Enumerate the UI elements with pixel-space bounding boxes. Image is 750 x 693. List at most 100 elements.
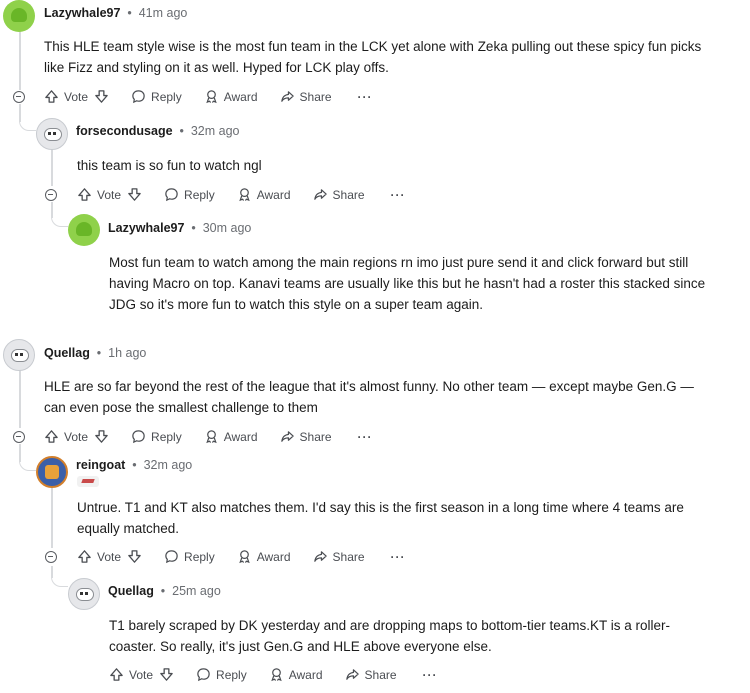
downvote-button[interactable] xyxy=(94,429,109,444)
username[interactable]: forsecondusage xyxy=(76,124,173,138)
award-button[interactable]: Award xyxy=(237,187,291,202)
share-button[interactable]: Share xyxy=(280,429,332,444)
username[interactable]: Quellag xyxy=(108,584,154,598)
share-label: Share xyxy=(332,549,365,564)
collapse-icon[interactable] xyxy=(45,189,57,201)
downvote-button[interactable] xyxy=(127,187,142,202)
more-options-button[interactable]: ··· xyxy=(391,188,406,202)
comment-body: This HLE team style wise is the most fun… xyxy=(44,36,701,78)
comment-line: can even pose the smallest challenge to … xyxy=(44,400,318,415)
share-label: Share xyxy=(364,667,397,682)
share-button[interactable]: Share xyxy=(280,89,332,104)
more-options-button[interactable]: ··· xyxy=(423,668,438,682)
reply-button[interactable]: Reply xyxy=(131,89,182,104)
award-label: Award xyxy=(223,429,258,444)
timestamp[interactable]: 32m ago xyxy=(191,124,240,138)
arrow-down-icon xyxy=(95,90,108,103)
share-button[interactable]: Share xyxy=(313,187,365,202)
username[interactable]: reingoat xyxy=(76,458,125,472)
comment-meta: Lazywhale97 • 41m ago xyxy=(44,6,187,20)
thread-branch xyxy=(51,572,68,587)
reply-label: Reply xyxy=(151,429,182,444)
upvote-button[interactable]: Vote xyxy=(44,89,94,104)
avatar[interactable] xyxy=(36,456,68,488)
avatar[interactable] xyxy=(68,578,100,610)
award-button[interactable]: Award xyxy=(237,549,291,564)
award-icon xyxy=(271,668,282,682)
comment-body: Untrue. T1 and KT also matches them. I'd… xyxy=(77,497,684,539)
reply-button[interactable]: Reply xyxy=(164,549,215,564)
share-label: Share xyxy=(299,89,332,104)
speech-bubble-icon xyxy=(132,90,145,104)
comment-line: like Fizz and styling on it as well. Hyp… xyxy=(44,60,389,75)
avatar[interactable] xyxy=(36,118,68,150)
arrow-down-icon xyxy=(160,668,173,681)
meta-separator: • xyxy=(176,124,188,138)
more-options-button[interactable]: ··· xyxy=(358,90,373,104)
username[interactable]: Lazywhale97 xyxy=(108,221,184,235)
thread-line xyxy=(19,370,21,428)
timestamp[interactable]: 41m ago xyxy=(139,6,188,20)
collapse-icon[interactable] xyxy=(13,91,25,103)
thread-branch xyxy=(51,212,68,227)
award-label: Award xyxy=(256,187,291,202)
more-options-button[interactable]: ··· xyxy=(391,550,406,564)
comment-line: this team is so fun to watch ngl xyxy=(77,158,262,173)
arrow-up-icon xyxy=(45,90,58,103)
avatar[interactable] xyxy=(3,339,35,371)
share-button[interactable]: Share xyxy=(345,667,397,682)
reply-button[interactable]: Reply xyxy=(164,187,215,202)
award-label: Award xyxy=(223,89,258,104)
meta-separator: • xyxy=(187,221,200,235)
thread-line xyxy=(51,148,53,186)
username[interactable]: Quellag xyxy=(44,346,90,360)
comment-body: this team is so fun to watch ngl xyxy=(77,155,262,176)
timestamp[interactable]: 30m ago xyxy=(203,221,252,235)
comment-meta: reingoat • 32m ago xyxy=(76,458,192,472)
award-button[interactable]: Award xyxy=(204,429,258,444)
arrow-up-icon xyxy=(110,668,123,681)
vote-label: Vote xyxy=(97,549,122,564)
reply-button[interactable]: Reply xyxy=(196,667,247,682)
collapse-icon[interactable] xyxy=(45,551,57,563)
speech-bubble-icon xyxy=(165,550,178,564)
downvote-button[interactable] xyxy=(127,549,142,564)
comment-body: HLE are so far beyond the rest of the le… xyxy=(44,376,694,418)
award-button[interactable]: Award xyxy=(204,89,258,104)
arrow-up-icon xyxy=(78,550,91,563)
comment-meta: Lazywhale97 • 30m ago xyxy=(108,221,251,235)
reply-label: Reply xyxy=(151,89,182,104)
username[interactable]: Lazywhale97 xyxy=(44,6,120,20)
comment-body: T1 barely scraped by DK yesterday and ar… xyxy=(109,615,670,657)
share-icon xyxy=(280,91,294,102)
collapse-icon[interactable] xyxy=(13,431,25,443)
arrow-down-icon xyxy=(95,430,108,443)
reply-label: Reply xyxy=(216,667,247,682)
meta-separator: • xyxy=(157,584,169,598)
reply-button[interactable]: Reply xyxy=(131,429,182,444)
share-button[interactable]: Share xyxy=(313,549,365,564)
comment-line: HLE are so far beyond the rest of the le… xyxy=(44,379,694,394)
meta-separator: • xyxy=(123,6,136,20)
avatar[interactable] xyxy=(3,0,35,32)
award-icon xyxy=(239,188,250,202)
comment-line: Untrue. T1 and KT also matches them. I'd… xyxy=(77,500,684,515)
arrow-up-icon xyxy=(78,188,91,201)
timestamp[interactable]: 32m ago xyxy=(144,458,193,472)
share-label: Share xyxy=(299,429,332,444)
upvote-button[interactable]: Vote xyxy=(44,429,94,444)
upvote-button[interactable]: Vote xyxy=(77,187,127,202)
timestamp[interactable]: 25m ago xyxy=(172,584,221,598)
upvote-button[interactable]: Vote xyxy=(109,667,159,682)
award-button[interactable]: Award xyxy=(269,667,323,682)
downvote-button[interactable] xyxy=(94,89,109,104)
downvote-button[interactable] xyxy=(159,667,174,682)
comment-line: JDG so it's more fun to watch this style… xyxy=(109,297,483,312)
more-options-button[interactable]: ··· xyxy=(358,430,373,444)
avatar[interactable] xyxy=(68,214,100,246)
timestamp[interactable]: 1h ago xyxy=(108,346,146,360)
speech-bubble-icon xyxy=(197,668,210,682)
speech-bubble-icon xyxy=(132,430,145,444)
upvote-button[interactable]: Vote xyxy=(77,549,127,564)
comment-meta: Quellag • 25m ago xyxy=(108,584,221,598)
